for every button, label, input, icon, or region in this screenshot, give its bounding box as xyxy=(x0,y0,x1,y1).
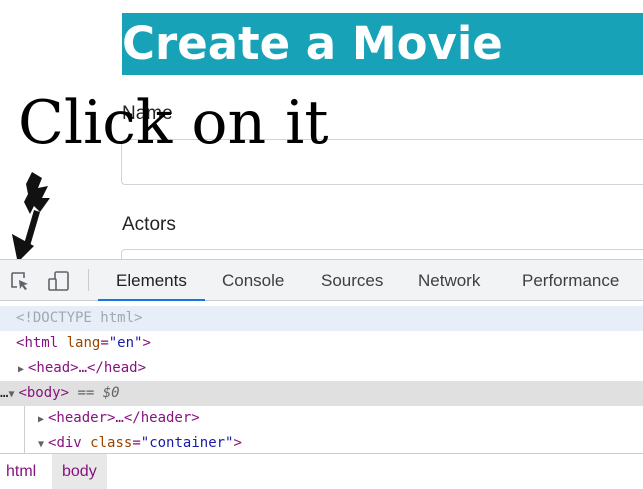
dom-node-header[interactable]: ▶ <header>…</header> xyxy=(0,406,643,431)
header-node-text: <header>…</header> xyxy=(48,410,200,426)
div-tag-name: div xyxy=(56,435,82,451)
toolbar-divider xyxy=(88,269,89,291)
dom-node-head[interactable]: ▶ <head>…</head> xyxy=(0,356,643,381)
page-title: Create a Movie xyxy=(122,13,643,75)
dom-node-body[interactable]: …▼ <body> == $0 xyxy=(0,381,643,406)
device-toggle-icon[interactable] xyxy=(47,270,71,292)
click-instruction-text: Click on it xyxy=(18,88,329,158)
tab-console[interactable]: Console xyxy=(222,260,284,301)
collapse-triangle-icon[interactable]: ▼ xyxy=(8,382,18,407)
selected-node-marker: == $0 xyxy=(77,385,120,401)
devtools-panel: Elements Console Sources Network Perform… xyxy=(0,259,643,489)
more-options-icon[interactable]: … xyxy=(0,385,8,401)
expand-triangle-icon[interactable]: ▶ xyxy=(18,357,28,382)
actors-label: Actors xyxy=(122,214,176,235)
breadcrumb: html body xyxy=(0,453,643,489)
html-tag-name: html xyxy=(24,335,59,351)
dom-node-doctype[interactable]: <!DOCTYPE html> xyxy=(0,306,643,331)
html-attr-value: "en" xyxy=(108,335,143,351)
tab-performance[interactable]: Performance xyxy=(522,260,619,301)
head-node-text: <head>…</head> xyxy=(28,360,147,376)
div-attr-name: class xyxy=(90,435,133,451)
dom-tree: <!DOCTYPE html> <html lang="en"> ▶ <head>… xyxy=(0,302,643,453)
breadcrumb-html[interactable]: html xyxy=(0,454,42,489)
devtools-toolbar: Elements Console Sources Network Perform… xyxy=(0,260,643,301)
body-node-text: <body> xyxy=(18,385,70,401)
expand-triangle-icon[interactable]: ▶ xyxy=(38,407,48,432)
tab-network[interactable]: Network xyxy=(418,260,480,301)
dom-node-div-container[interactable]: ▼ <div class="container"> xyxy=(0,431,643,453)
tab-elements[interactable]: Elements xyxy=(98,260,205,301)
down-arrow-icon xyxy=(12,172,50,264)
breadcrumb-body[interactable]: body xyxy=(52,454,107,489)
tab-sources[interactable]: Sources xyxy=(321,260,383,301)
collapse-triangle-icon[interactable]: ▼ xyxy=(38,432,48,453)
tree-guide-line xyxy=(24,406,25,453)
div-attr-value: "container" xyxy=(140,435,234,451)
html-attr-name: lang xyxy=(66,335,101,351)
doctype-text: <!DOCTYPE html> xyxy=(16,310,143,326)
inspect-element-icon[interactable] xyxy=(9,270,31,292)
dom-node-html[interactable]: <html lang="en"> xyxy=(0,331,643,356)
